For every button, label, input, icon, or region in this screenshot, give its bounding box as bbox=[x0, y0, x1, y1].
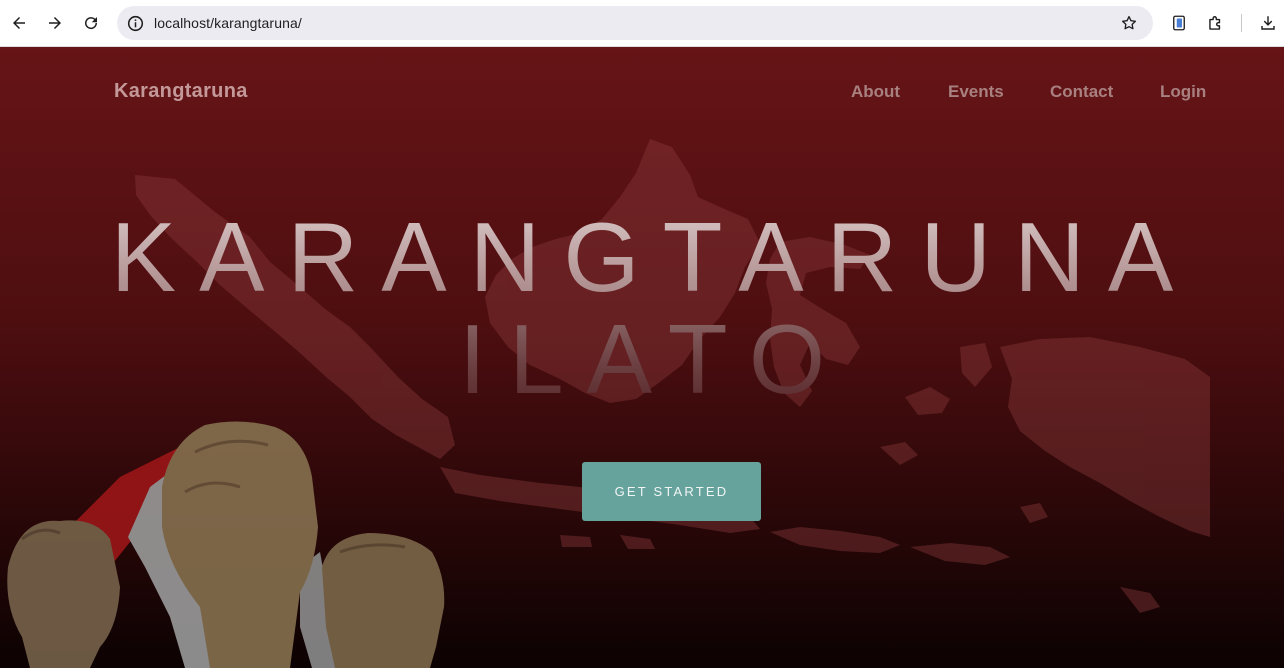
forward-arrow-icon[interactable] bbox=[41, 9, 69, 37]
url-text[interactable]: localhost/karangtaruna/ bbox=[154, 15, 302, 31]
bookmark-star-icon[interactable] bbox=[1119, 13, 1139, 33]
site-navbar: Karangtaruna About Events Contact Login bbox=[0, 47, 1284, 137]
tab-search-icon[interactable] bbox=[1166, 10, 1192, 36]
site-brand-logo[interactable]: Karangtaruna bbox=[114, 80, 248, 103]
site-info-icon[interactable] bbox=[125, 13, 145, 33]
reload-icon[interactable] bbox=[77, 9, 105, 37]
nav-link-contact[interactable]: Contact bbox=[1050, 82, 1113, 102]
hero-title-line-2: ILATO bbox=[0, 309, 1284, 409]
extensions-puzzle-icon[interactable] bbox=[1202, 10, 1228, 36]
download-icon[interactable] bbox=[1255, 10, 1281, 36]
nav-link-about[interactable]: About bbox=[851, 82, 900, 102]
get-started-button[interactable]: GET STARTED bbox=[582, 462, 761, 521]
nav-link-login[interactable]: Login bbox=[1160, 82, 1206, 102]
hero-section: Karangtaruna About Events Contact Login … bbox=[0, 47, 1284, 668]
back-arrow-icon[interactable] bbox=[5, 9, 33, 37]
toolbar-divider bbox=[1241, 14, 1242, 32]
address-bar[interactable]: localhost/karangtaruna/ bbox=[117, 6, 1153, 40]
hero-title-line-1: KARANGTARUNA bbox=[0, 207, 1284, 307]
browser-toolbar: localhost/karangtaruna/ bbox=[0, 0, 1284, 47]
nav-link-events[interactable]: Events bbox=[948, 82, 1004, 102]
